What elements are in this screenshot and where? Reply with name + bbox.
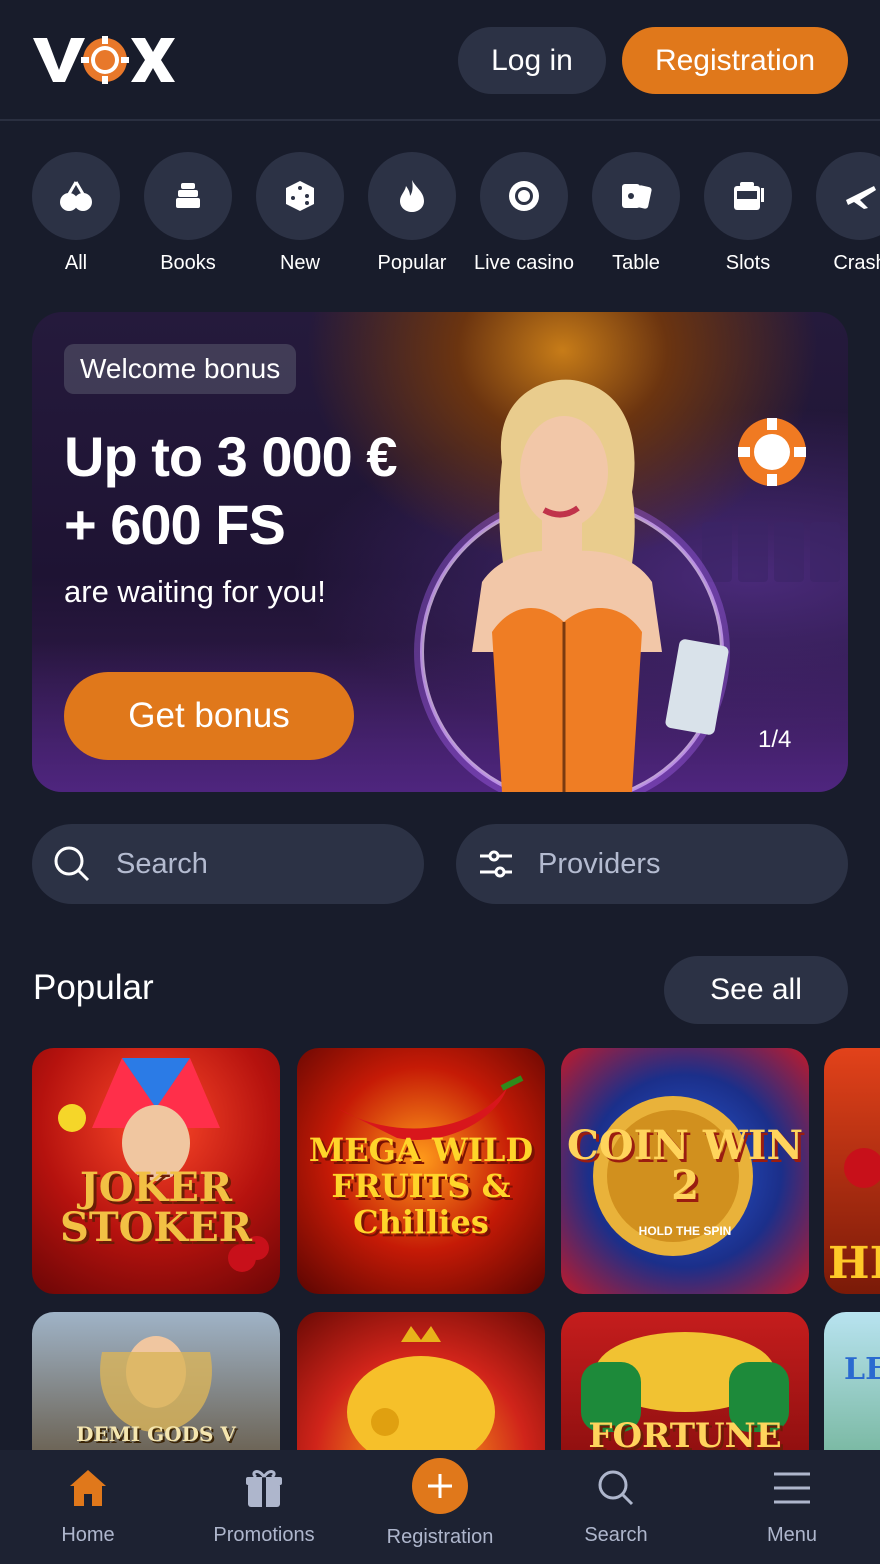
category-crash[interactable]: Crash bbox=[804, 152, 880, 282]
plus-icon bbox=[412, 1458, 468, 1514]
category-slots[interactable]: Slots bbox=[692, 152, 804, 282]
chip-icon bbox=[480, 152, 568, 240]
get-bonus-button[interactable]: Get bonus bbox=[64, 672, 354, 760]
bottom-nav: Home Promotions Registration Search Menu bbox=[0, 1450, 880, 1564]
category-bar: All Books New Popular Live casino Table bbox=[0, 152, 880, 287]
cards-icon bbox=[592, 152, 680, 240]
nav-home[interactable]: Home bbox=[0, 1450, 176, 1564]
category-popular[interactable]: Popular bbox=[356, 152, 468, 282]
slot-machine-icon bbox=[704, 152, 792, 240]
search-placeholder: Search bbox=[116, 847, 208, 880]
fire-icon bbox=[368, 152, 456, 240]
game-tile-partial[interactable]: HI bbox=[824, 1048, 880, 1294]
registration-button[interactable]: Registration bbox=[622, 27, 848, 94]
plane-icon bbox=[816, 152, 880, 240]
nav-label: Registration bbox=[386, 1526, 494, 1548]
banner-headline-line2: + 600 FS bbox=[64, 493, 286, 556]
banner-subtitle: are waiting for you! bbox=[64, 574, 326, 609]
see-all-button[interactable]: See all bbox=[664, 956, 848, 1024]
menu-icon bbox=[768, 1464, 816, 1512]
home-icon bbox=[64, 1464, 112, 1512]
vox-logo[interactable] bbox=[33, 34, 178, 86]
game-title: LE bbox=[844, 1352, 880, 1387]
category-label: Crash bbox=[833, 252, 880, 274]
game-title: DEMI GODS V bbox=[76, 1422, 236, 1446]
nav-registration[interactable]: Registration bbox=[352, 1450, 528, 1564]
game-tile-piggy[interactable] bbox=[297, 1312, 545, 1450]
welcome-banner[interactable]: Welcome bonus Up to 3 000 € + 600 FS are… bbox=[32, 312, 848, 792]
nav-search[interactable]: Search bbox=[528, 1450, 704, 1564]
section-title-popular: Popular bbox=[33, 968, 154, 1007]
game-tile-mega-wild-fruits[interactable]: MEGA WILD FRUITS & Chillies bbox=[297, 1048, 545, 1294]
banner-pager: 1/4 bbox=[758, 726, 792, 753]
nav-menu[interactable]: Menu bbox=[704, 1450, 880, 1564]
banner-headline: Up to 3 000 € bbox=[64, 425, 397, 488]
category-all[interactable]: All bbox=[20, 152, 132, 282]
gift-icon bbox=[240, 1464, 288, 1512]
game-title: MEGA WILD FRUITS & Chillies bbox=[308, 1131, 534, 1241]
game-title: JOKER STOKER bbox=[60, 1164, 252, 1251]
providers-button[interactable]: Providers bbox=[456, 824, 848, 904]
category-live-casino[interactable]: Live casino bbox=[468, 152, 580, 282]
nav-label: Menu bbox=[766, 1524, 818, 1546]
game-title: COIN WIN 2 bbox=[566, 1122, 804, 1209]
header: Log in Registration bbox=[0, 0, 880, 121]
game-title: HI bbox=[828, 1238, 880, 1289]
game-tile-coin-win-2[interactable]: COIN WIN 2 HOLD THE SPIN bbox=[561, 1048, 809, 1294]
nav-promotions[interactable]: Promotions bbox=[176, 1450, 352, 1564]
games-grid: JOKER STOKER MEGA WILD FRUITS & Chillies… bbox=[0, 1048, 880, 1450]
game-tile-partial-2[interactable]: LE bbox=[824, 1312, 880, 1450]
dice-icon bbox=[256, 152, 344, 240]
cherries-icon bbox=[32, 152, 120, 240]
filter-sliders-icon bbox=[480, 850, 512, 878]
category-books[interactable]: Books bbox=[132, 152, 244, 282]
category-table[interactable]: Table bbox=[580, 152, 692, 282]
providers-label: Providers bbox=[538, 847, 661, 880]
game-tile-demi-gods-v[interactable]: DEMI GODS V bbox=[32, 1312, 280, 1450]
search-input[interactable]: Search bbox=[32, 824, 424, 904]
game-title: FORTUNE bbox=[588, 1416, 782, 1450]
category-new[interactable]: New bbox=[244, 152, 356, 282]
piggy-bank-artwork bbox=[347, 1326, 495, 1450]
search-icon bbox=[54, 846, 90, 882]
banner-tag: Welcome bonus bbox=[64, 344, 297, 394]
game-tile-fortune[interactable]: FORTUNE bbox=[561, 1312, 809, 1450]
nav-label: Home bbox=[61, 1524, 115, 1546]
game-tile-joker-stoker[interactable]: JOKER STOKER bbox=[32, 1048, 280, 1294]
search-icon bbox=[592, 1464, 640, 1512]
game-subtitle: HOLD THE SPIN bbox=[638, 1224, 732, 1238]
nav-label: Search bbox=[584, 1524, 648, 1546]
nav-label: Promotions bbox=[213, 1524, 315, 1546]
books-icon bbox=[144, 152, 232, 240]
login-button[interactable]: Log in bbox=[458, 27, 606, 94]
